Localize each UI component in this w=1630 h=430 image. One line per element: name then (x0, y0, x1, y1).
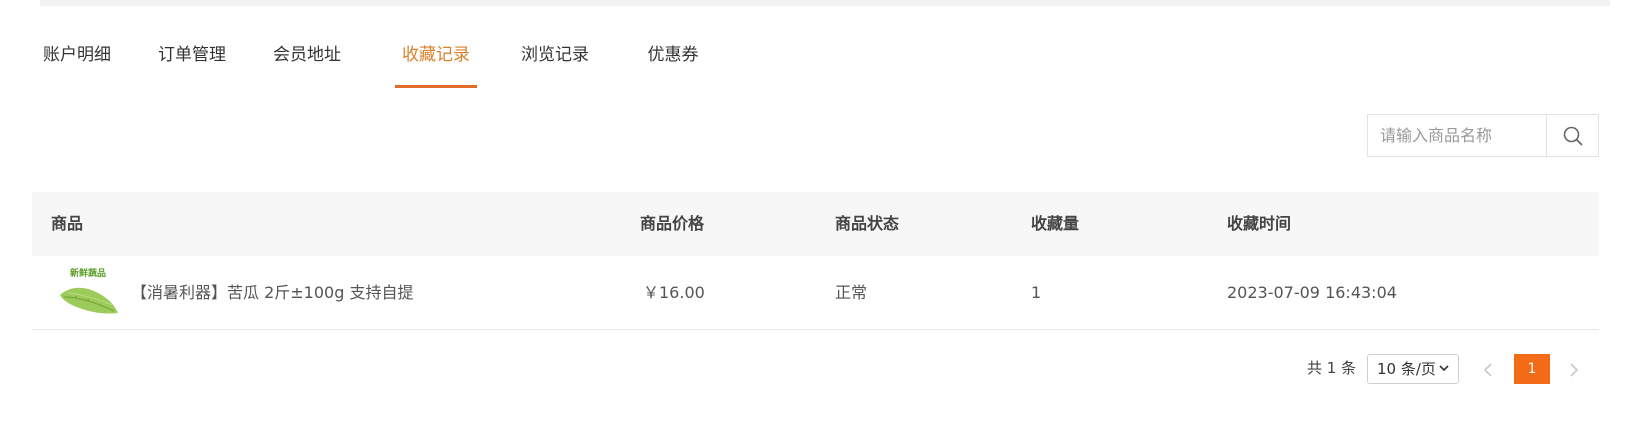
prev-page-button[interactable] (1478, 358, 1498, 382)
top-divider (40, 0, 1610, 6)
header-price: 商品价格 (640, 214, 705, 233)
tab-favorites[interactable]: 收藏记录 (395, 40, 477, 88)
table-header: 商品 商品价格 商品状态 收藏量 收藏时间 (32, 192, 1599, 256)
search-button[interactable] (1546, 115, 1598, 156)
product-name[interactable]: 【消暑利器】苦瓜 2斤±100g 支持自提 (131, 256, 413, 330)
product-price: ￥16.00 (643, 283, 705, 302)
favorite-count: 1 (1031, 283, 1042, 302)
product-status: 正常 (835, 283, 868, 302)
page-size-select[interactable]: 10 条/页 (1367, 354, 1459, 384)
header-product: 商品 (51, 214, 84, 233)
page-size-value: 10 条/页 (1377, 360, 1436, 378)
header-time: 收藏时间 (1227, 214, 1292, 233)
tab-order-management[interactable]: 订单管理 (157, 40, 227, 88)
header-status: 商品状态 (835, 214, 900, 233)
tab-browse-history[interactable]: 浏览记录 (520, 40, 590, 88)
search-input[interactable] (1368, 115, 1546, 156)
chevron-right-icon (1570, 363, 1579, 377)
table-row: 新鲜蔬品 【消暑利器】苦瓜 2斤±100g 支持自提 ￥16.00 正常 1 2… (32, 256, 1599, 330)
product-thumbnail[interactable]: 新鲜蔬品 (54, 265, 122, 323)
header-favorites: 收藏量 (1031, 214, 1080, 233)
chevron-left-icon (1483, 363, 1492, 377)
tab-member-address[interactable]: 会员地址 (272, 40, 342, 88)
search-icon (1563, 126, 1582, 145)
pagination-total: 共 1 条 (1307, 359, 1357, 377)
next-page-button[interactable] (1564, 358, 1584, 382)
thumbnail-label: 新鲜蔬品 (70, 267, 106, 279)
chevron-down-icon (1438, 355, 1450, 392)
tab-coupons[interactable]: 优惠券 (645, 40, 701, 88)
page-number-button[interactable]: 1 (1514, 354, 1550, 384)
favorite-time: 2023-07-09 16:43:04 (1227, 283, 1397, 302)
search-box (1367, 114, 1599, 157)
tab-account-details[interactable]: 账户明细 (42, 40, 112, 88)
